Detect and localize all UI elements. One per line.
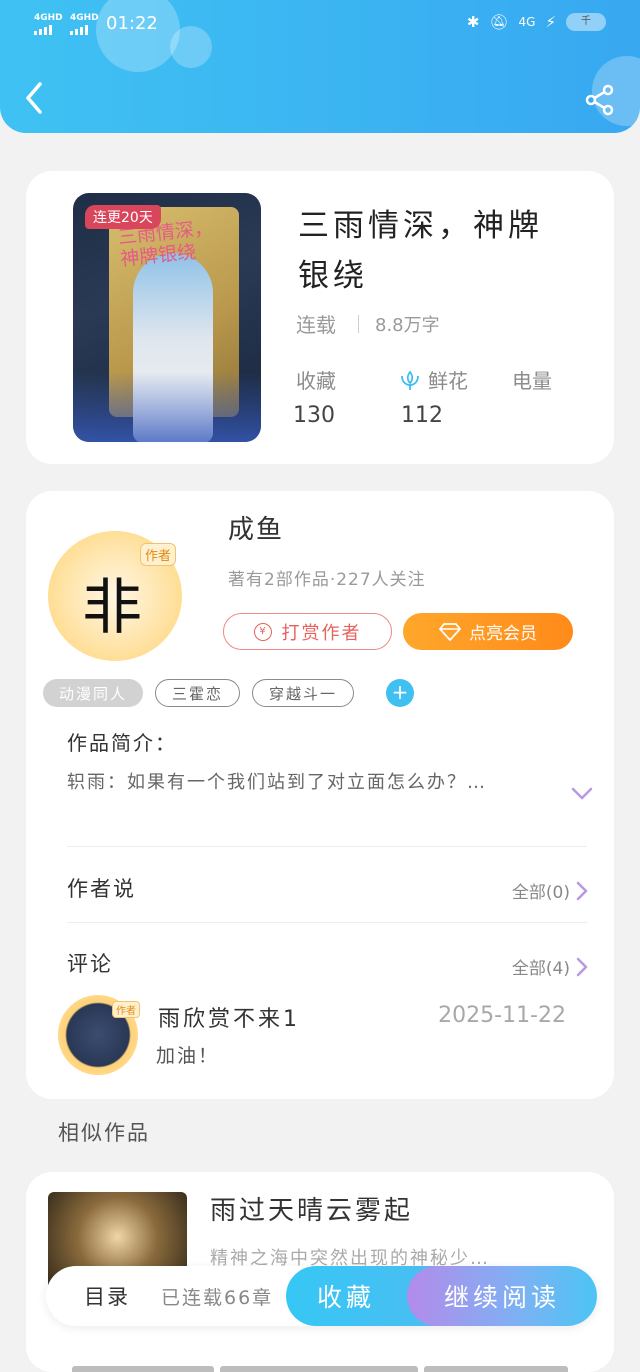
- author-avatar[interactable]: 非 作者: [48, 531, 182, 661]
- chapter-count[interactable]: 已连载66章: [161, 1283, 273, 1310]
- home-indicator: [220, 1366, 418, 1372]
- comments-more[interactable]: 全部(4): [512, 954, 588, 979]
- book-status: 连载: [296, 313, 336, 337]
- author-card: 非 作者 成鱼 著有2部作品·227人关注 ¥ 打赏作者 点亮会员 动漫同人 三…: [26, 491, 614, 1099]
- book-cover[interactable]: 三雨情深，神牌银绕 连更20天: [73, 193, 261, 442]
- vip-label: 点亮会员: [469, 624, 537, 644]
- cover-grass: [73, 372, 261, 442]
- home-indicator: [424, 1366, 568, 1372]
- author-subtitle: 著有2部作品·227人关注: [228, 570, 426, 590]
- charging-icon: ⚡︎: [545, 13, 556, 31]
- app-header: 4GHD 4GHD 01:22 ✱ 🔕︎ 4G ⚡︎ 千: [0, 0, 640, 133]
- divider: [67, 922, 587, 923]
- back-button[interactable]: [20, 80, 50, 116]
- similar-works-label: 相似作品: [58, 1121, 150, 1145]
- author-tag: 作者: [139, 543, 176, 566]
- tag-chip[interactable]: 穿越斗一: [252, 679, 355, 707]
- comment-avatar[interactable]: 作者: [58, 995, 140, 1075]
- collect-stat: 收藏: [296, 365, 336, 394]
- avatar-glyph: 非: [82, 573, 142, 643]
- toc-button[interactable]: 目录: [84, 1281, 130, 1311]
- chevron-left-icon: [26, 82, 42, 114]
- update-streak-badge: 连更20天: [85, 205, 161, 229]
- author-says-more[interactable]: 全部(0): [512, 878, 588, 903]
- power-stat[interactable]: 电量: [512, 365, 552, 394]
- chevron-right-icon: [576, 881, 588, 900]
- signal-label: 4GHD: [34, 13, 63, 23]
- status-time: 01:22: [106, 13, 158, 34]
- meta-divider: [358, 314, 359, 333]
- signal-label: 4GHD: [70, 13, 99, 23]
- add-tag-button[interactable]: +: [386, 679, 415, 707]
- network-label: 4G: [518, 15, 536, 29]
- home-indicator: [72, 1366, 214, 1372]
- comments-label: 评论: [67, 952, 113, 976]
- mute-bell-icon: 🔕︎: [489, 13, 509, 31]
- comment-date: 2025-11-22: [438, 1003, 566, 1028]
- flower-value: 112: [401, 403, 443, 428]
- diamond-icon: [439, 622, 461, 641]
- status-bar: 4GHD 4GHD 01:22 ✱ 🔕︎ 4G ⚡︎ 千: [34, 10, 606, 40]
- flower-icon: [401, 369, 419, 390]
- chevron-down-icon[interactable]: [571, 787, 593, 801]
- tip-author-button[interactable]: ¥ 打赏作者: [223, 613, 392, 650]
- comments-count: 全部(4): [511, 959, 570, 979]
- battery-icon: 千: [566, 13, 606, 31]
- book-info-card: 三雨情深，神牌银绕 连更20天 三雨情深，神牌银绕 连载 8.8万字 收藏 13…: [26, 171, 614, 464]
- collect-button-label: 收藏: [316, 1283, 375, 1312]
- book-meta: 连载 8.8万字: [296, 309, 440, 338]
- vip-button[interactable]: 点亮会员: [403, 613, 573, 650]
- power-label: 电量: [512, 369, 552, 393]
- tip-author-label: 打赏作者: [281, 622, 362, 644]
- share-button[interactable]: [584, 84, 616, 116]
- comment-author-tag: 作者: [112, 1001, 140, 1018]
- flower-stat[interactable]: 鲜花: [398, 365, 468, 394]
- intro-label: 作品简介：: [67, 731, 177, 755]
- chevron-right-icon: [576, 957, 588, 976]
- author-name[interactable]: 成鱼: [228, 509, 284, 546]
- signal-indicator: 4GHD: [70, 14, 99, 35]
- flower-label: 鲜花: [428, 369, 468, 393]
- bluetooth-icon: ✱: [466, 13, 480, 31]
- signal-indicator: 4GHD: [34, 14, 63, 35]
- bottom-action-bar: 目录 已连载66章 收藏 继续阅读: [46, 1266, 597, 1326]
- collect-value: 130: [293, 403, 335, 428]
- continue-reading-button[interactable]: 继续阅读: [407, 1266, 597, 1326]
- continue-reading-label: 继续阅读: [443, 1283, 560, 1312]
- tag-chip[interactable]: 三霍恋: [155, 679, 241, 707]
- divider: [67, 846, 587, 847]
- similar-work-title: 雨过天晴云雾起: [210, 1196, 414, 1226]
- share-icon: [585, 84, 614, 116]
- comment-text[interactable]: 加油！: [156, 1041, 219, 1068]
- comment-username[interactable]: 雨欣赏不来1: [158, 1001, 300, 1033]
- book-title: 三雨情深，神牌银绕: [298, 208, 543, 294]
- author-says-label: 作者说: [67, 877, 136, 901]
- status-icons: ✱ 🔕︎ 4G ⚡︎ 千: [467, 13, 606, 31]
- word-count: 8.8万字: [375, 314, 440, 336]
- tag-chip[interactable]: 动漫同人: [43, 679, 144, 707]
- tag-list: 动漫同人 三霍恋 穿越斗一 +: [43, 679, 415, 707]
- intro-text[interactable]: 轵雨：如果有一个我们站到了对立面怎么办？…: [67, 769, 557, 797]
- author-says-count: 全部(0): [511, 883, 570, 903]
- yen-icon: ¥: [253, 622, 272, 641]
- collect-label: 收藏: [296, 369, 336, 393]
